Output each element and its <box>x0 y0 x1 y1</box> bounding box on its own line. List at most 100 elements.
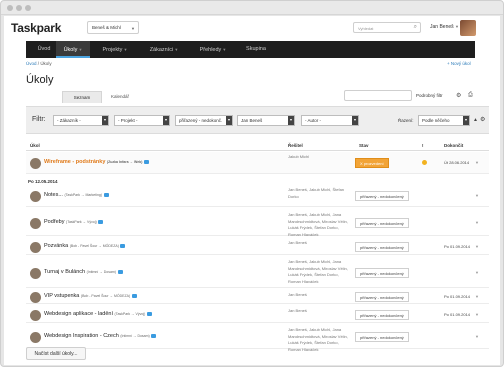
task-name[interactable]: Wireframe - podstránky (Zuzka Infara → W… <box>44 159 149 165</box>
table-row[interactable]: Pozvánka (Bob - Pavel Šour → MÓDEZA) Jan… <box>26 238 489 255</box>
comment-icon[interactable] <box>146 311 152 316</box>
task-name[interactable]: VIP vstupenka (Bob - Pavel Šour → MÓDEZA… <box>44 293 137 299</box>
column-priority[interactable]: ! <box>422 143 424 148</box>
print-icon[interactable]: ⎙ <box>468 92 473 99</box>
table-row[interactable]: Wireframe - podstránky (Zuzka Infara → W… <box>26 152 489 174</box>
author-select-value: - Autor - <box>305 118 322 123</box>
comment-icon[interactable] <box>143 159 149 164</box>
comment-icon[interactable] <box>131 293 137 298</box>
chevron-down-icon[interactable]: ▼ <box>475 244 479 249</box>
task-title[interactable]: Webdesign Inspiration - Czech <box>44 333 119 339</box>
tab-calendar[interactable]: Kalendář <box>104 91 136 103</box>
status-badge[interactable]: X prozvedení <box>355 158 389 168</box>
nav-item[interactable]: Úkoly ▼ <box>56 41 90 58</box>
detailed-filter-link[interactable]: Podrobný filtr <box>416 93 443 98</box>
nav-item[interactable]: Přehledy ▼ <box>190 41 236 58</box>
author-select[interactable]: - Autor - ▼ <box>301 115 359 126</box>
task-name[interactable]: Turnaj v Bulánch (Intimní → Dosam) <box>44 269 123 275</box>
task-resolvers: Jan Beneš, Jakub Michl, Jana Mandrschmid… <box>288 327 348 352</box>
task-due-date: Po 01.09.2014 <box>444 312 471 317</box>
user-menu[interactable]: Jan Beneš ▼ <box>430 24 459 30</box>
window-titlebar <box>1 1 503 15</box>
task-title[interactable]: Webdesign aplikace - ladění <box>44 311 113 317</box>
chevron-down-icon: ▼ <box>131 26 135 31</box>
status-badge[interactable]: přiřazený - nedokončený <box>355 268 409 278</box>
status-badge[interactable]: přiřazený - nedokončený <box>355 242 409 252</box>
task-name[interactable]: Webdesign aplikace - ladění (TaskPark → … <box>44 311 152 317</box>
status-badge[interactable]: přiřazený - nedokončený <box>355 310 409 320</box>
load-more-button[interactable]: Načíst další úkoly... <box>26 347 86 360</box>
avatar <box>30 332 41 343</box>
task-project: (TaskPark → Vývoj) <box>114 312 146 316</box>
status-badge[interactable]: přiřazený - nedokončený <box>355 292 409 302</box>
column-resolver[interactable]: Řešitel <box>288 143 303 148</box>
nav-item-label: Úvod <box>37 46 51 52</box>
table-row[interactable]: VIP vstupenka (Bob - Pavel Šour → MÓDEZA… <box>26 290 489 304</box>
tab-list[interactable]: Seznam <box>62 91 102 103</box>
sort-select[interactable]: Podle něčeho ▼ <box>418 115 470 126</box>
task-title[interactable]: Wireframe - podstránky <box>44 159 105 165</box>
table-row[interactable]: Webdesign Inspiration - Czech (Intimní →… <box>26 325 489 352</box>
breadcrumb-separator: / <box>37 61 40 66</box>
chevron-down-icon[interactable]: ▼ <box>475 334 479 339</box>
window-dot[interactable] <box>16 5 22 11</box>
comment-icon[interactable] <box>117 269 123 274</box>
chevron-down-icon[interactable]: ▼ <box>475 160 479 165</box>
task-resolvers: Jan Beneš <box>288 292 307 297</box>
user-select[interactable]: Jan Beneš ▼ <box>237 115 295 126</box>
task-project: (TaskPark → Marketing) <box>64 193 103 197</box>
task-title[interactable]: Notes... <box>44 192 63 198</box>
task-name[interactable]: Notes... (TaskPark → Marketing) <box>44 192 109 198</box>
chevron-down-icon[interactable]: ▼ <box>475 220 479 225</box>
nav-item[interactable]: Projekty ▼ <box>92 41 138 58</box>
comment-icon[interactable] <box>103 192 109 197</box>
table-row[interactable]: Turnaj v Bulánch (Intimní → Dosam) Jan B… <box>26 257 489 288</box>
chevron-down-icon: ▼ <box>163 116 169 125</box>
nav-item[interactable]: Skupina <box>238 41 274 58</box>
app-logo[interactable]: Taskpark <box>11 21 61 35</box>
gear-icon[interactable]: ⚙ <box>480 116 485 123</box>
column-due[interactable]: Dokončit <box>444 143 463 148</box>
column-task[interactable]: Úkol <box>30 143 40 148</box>
breadcrumb-home[interactable]: Úvod <box>26 61 37 66</box>
task-name[interactable]: Pozvánka (Bob - Pavel Šour → MÓDEZA) <box>44 243 126 249</box>
nav-item[interactable]: Úvod <box>30 41 58 58</box>
customer-select[interactable]: - Zákazník - ▼ <box>53 115 109 126</box>
chevron-down-icon[interactable]: ▼ <box>475 312 479 317</box>
avatar[interactable] <box>460 20 476 36</box>
table-row[interactable]: Webdesign aplikace - ladění (TaskPark → … <box>26 306 489 323</box>
comment-icon[interactable] <box>98 219 104 224</box>
browser-window: Taskpark Beneš & Michl ▼ Vyhledat ⌕ Jan … <box>0 0 504 367</box>
table-row[interactable]: Podřeby (TaskPark → Vývoj) Jan Beneš, Ja… <box>26 210 489 237</box>
status-select[interactable]: přiřazený - nedokonč. ▼ <box>175 115 233 126</box>
task-title[interactable]: Turnaj v Bulánch <box>44 269 85 275</box>
status-badge[interactable]: přiřazený - nedokončený <box>355 332 409 342</box>
nav-item[interactable]: Zákazníci ▼ <box>140 41 188 58</box>
new-task-link[interactable]: + Nový úkol <box>447 61 471 66</box>
chevron-down-icon[interactable]: ▼ <box>475 294 479 299</box>
chevron-down-icon[interactable]: ▼ <box>475 193 479 198</box>
status-badge[interactable]: přiřazený - nedokončený <box>355 191 409 201</box>
task-name[interactable]: Podřeby (TaskPark → Vývoj) <box>44 219 104 225</box>
page: Taskpark Beneš & Michl ▼ Vyhledat ⌕ Jan … <box>4 16 500 365</box>
project-filter-select[interactable]: - Projekt - ▼ <box>114 115 170 126</box>
filter-settings-icon[interactable]: ⚙ <box>456 92 461 99</box>
window-dot[interactable] <box>25 5 31 11</box>
task-resolvers: Jan Beneš <box>288 308 307 313</box>
chevron-down-icon[interactable]: ▼ <box>475 270 479 275</box>
task-title[interactable]: Podřeby <box>44 219 65 225</box>
table-row[interactable]: Notes... (TaskPark → Marketing) Jan Bene… <box>26 185 489 207</box>
task-title[interactable]: Pozvánka <box>44 243 68 249</box>
status-badge[interactable]: přiřazený - nedokončený <box>355 218 409 228</box>
task-title[interactable]: VIP vstupenka <box>44 293 79 299</box>
search-input[interactable]: Vyhledat ⌕ <box>353 22 421 33</box>
filter-search-input[interactable] <box>344 90 412 101</box>
project-select[interactable]: Beneš & Michl ▼ <box>87 21 139 34</box>
task-name[interactable]: Webdesign Inspiration - Czech (Intimní →… <box>44 333 157 339</box>
comment-icon[interactable] <box>151 333 157 338</box>
sort-direction-icon[interactable]: ▲ <box>473 117 478 123</box>
comment-icon[interactable] <box>120 243 126 248</box>
window-dot[interactable] <box>7 5 13 11</box>
task-project: (Intimní → Dosam) <box>86 270 116 274</box>
column-status[interactable]: Stav <box>359 143 369 148</box>
